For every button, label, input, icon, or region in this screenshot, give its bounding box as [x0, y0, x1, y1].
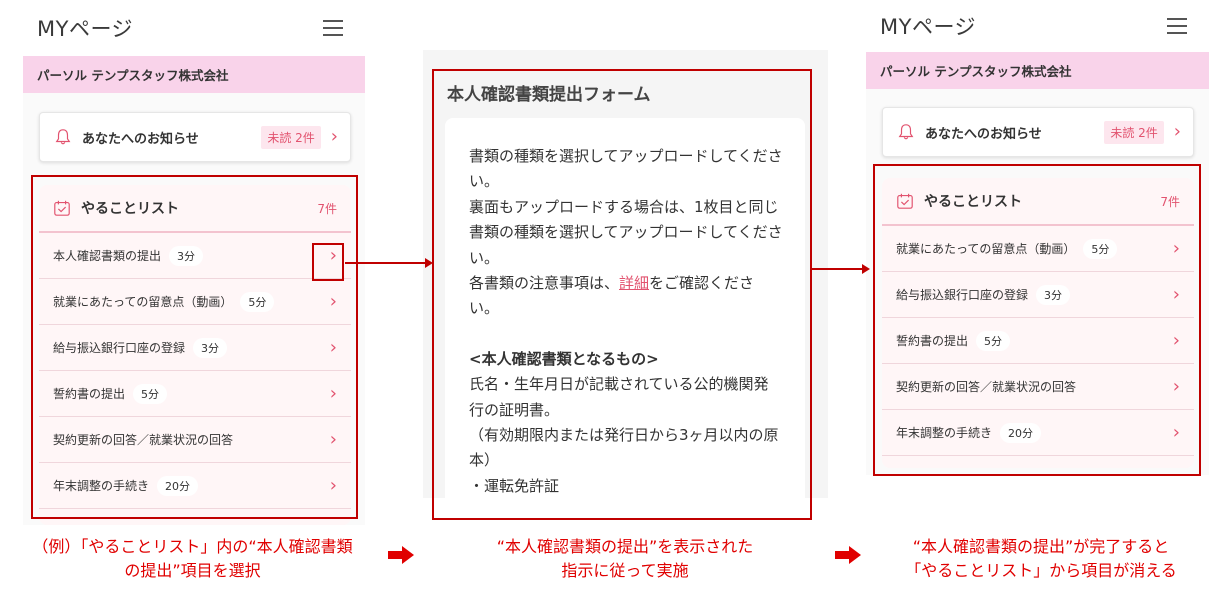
hamburger-icon[interactable] — [323, 20, 343, 36]
notice-label: あなたへのお知らせ — [82, 131, 199, 147]
chevron-right-icon[interactable]: › — [331, 128, 338, 146]
connector-line — [345, 262, 425, 264]
step-caption-2: “本人確認書類の提出”を表示された 指示に従って実施 — [496, 537, 754, 580]
app-title: MYページ — [37, 17, 134, 41]
app-header: MYページ — [23, 0, 365, 56]
unread-badge: 未読 2件 — [261, 125, 321, 149]
app-title: MYページ — [880, 15, 977, 39]
chevron-right-icon[interactable]: › — [1174, 123, 1181, 141]
highlight-selected-chevron — [312, 243, 344, 281]
notice-label: あなたへのお知らせ — [925, 126, 1042, 142]
connector-line — [812, 268, 862, 270]
app-header: MYページ — [866, 0, 1209, 52]
hamburger-icon[interactable] — [1167, 18, 1187, 34]
unread-badge: 未読 2件 — [1104, 120, 1164, 144]
step-caption-3: “本人確認書類の提出”が完了すると 「やることリスト」から項目が消える — [905, 537, 1177, 580]
highlight-updated-list — [873, 164, 1201, 476]
connector-arrowhead — [862, 264, 870, 274]
company-name: パーソル テンプスタッフ株式会社 — [866, 52, 1209, 89]
notice-card[interactable]: あなたへのお知らせ 未読 2件 › — [882, 107, 1194, 157]
highlight-todo-list — [31, 175, 358, 519]
company-name: パーソル テンプスタッフ株式会社 — [23, 56, 365, 93]
bell-icon — [55, 129, 71, 145]
bell-icon — [898, 124, 914, 140]
step-caption-1: （例）「やることリスト」内の“本人確認書類 の提出”項目を選択 — [32, 537, 353, 580]
highlight-form — [432, 69, 812, 520]
notice-card[interactable]: あなたへのお知らせ 未読 2件 › — [39, 112, 351, 162]
right-arrow-icon — [388, 546, 414, 564]
connector-arrowhead — [425, 258, 433, 268]
